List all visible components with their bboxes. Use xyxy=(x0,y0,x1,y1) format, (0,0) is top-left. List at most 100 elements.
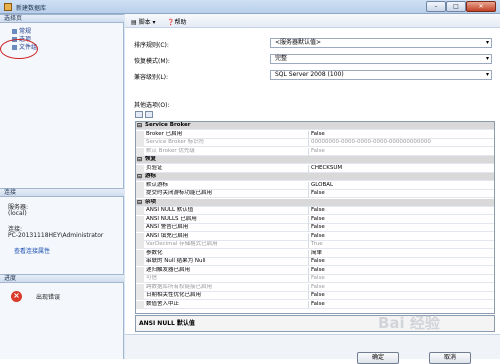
title-bar[interactable]: 新建数据库 – □ ✕ xyxy=(0,0,500,14)
property-value[interactable]: 简单 xyxy=(308,249,494,257)
row-gutter xyxy=(136,190,144,198)
app-icon xyxy=(4,3,12,11)
property-name: 递归触发器已启用 xyxy=(146,266,191,273)
row-gutter xyxy=(136,130,144,139)
property-value[interactable]: False xyxy=(308,292,494,299)
grid-row[interactable]: VarDecimal 存储格式已启用 True xyxy=(136,241,494,249)
minimize-button[interactable]: – xyxy=(426,1,446,12)
property-name: 日期相关性优化已启用 xyxy=(146,292,202,298)
grid-row[interactable]: ANSI NULL 默认值 False xyxy=(136,207,494,215)
grid-row[interactable]: 提交时关闭游标功能已启用 False xyxy=(136,190,494,198)
property-value[interactable]: False xyxy=(308,232,494,240)
property-value[interactable]: False xyxy=(308,258,494,265)
property-name: 杂项 xyxy=(145,198,157,205)
close-button[interactable]: ✕ xyxy=(466,1,496,12)
property-value[interactable]: False xyxy=(308,147,494,155)
property-value[interactable]: False xyxy=(308,300,494,308)
property-name: 提交时关闭游标功能已启用 xyxy=(146,190,213,196)
grid-row[interactable]: Broker 已启用 False xyxy=(136,130,494,139)
cancel-button[interactable]: 取消 xyxy=(429,352,471,364)
categorized-sort-button[interactable] xyxy=(135,111,143,118)
collapse-icon[interactable]: ⊟ xyxy=(137,199,142,206)
collation-select[interactable]: <服务器默认值> ▾ xyxy=(270,38,492,48)
property-name: VarDecimal 存储格式已启用 xyxy=(146,241,218,247)
property-value[interactable]: False xyxy=(308,283,494,291)
grid-row[interactable]: 参数化 简单 xyxy=(136,249,494,258)
property-value[interactable]: 00000000-0000-0000-0000-000000000000 xyxy=(308,139,494,146)
connection-value: PC-20131118HEY\Administrator xyxy=(8,232,104,239)
recovery-model-select[interactable]: 完整 ▾ xyxy=(270,54,492,64)
grid-category[interactable]: ⊟ 游标 xyxy=(136,173,494,181)
grid-row[interactable]: 页验证 CHECKSUM xyxy=(136,164,494,173)
progress-header: 进度 xyxy=(0,274,124,283)
left-panel: 选择页 常规 选项 文件组 连接 服务器: (local) 连接: PC-201… xyxy=(0,14,124,359)
grid-row[interactable]: ANSI 填充已启用 False xyxy=(136,232,494,241)
progress-status: 出现错误 xyxy=(36,294,61,301)
grid-row[interactable]: 数值舍入中止 False xyxy=(136,300,494,309)
grid-row[interactable]: 可信 False xyxy=(136,275,494,283)
compat-level-select[interactable]: SQL Server 2008 (100) ▾ xyxy=(270,70,492,80)
property-value[interactable]: False xyxy=(308,190,494,197)
property-value[interactable]: False xyxy=(308,130,494,138)
grid-category[interactable]: ⊟ 杂项 xyxy=(136,198,494,207)
property-value[interactable]: GLOBAL xyxy=(308,181,494,189)
collapse-icon[interactable]: ⊟ xyxy=(137,122,142,129)
sort-toggle-group xyxy=(135,111,157,119)
property-value[interactable]: CHECKSUM xyxy=(308,164,494,172)
grid-row[interactable]: 默认游标 GLOBAL xyxy=(136,181,494,190)
property-name: ANSI NULLS 已启用 xyxy=(146,215,197,222)
main-panel: ▤ 脚本 ▾ ❓帮助 排序规则(C): <服务器默认值> ▾ 恢复模式(M): 完… xyxy=(125,14,500,364)
row-gutter xyxy=(136,139,144,147)
property-name: 跨数据库所有权链接已启用 xyxy=(146,283,213,290)
collapse-icon[interactable]: ⊟ xyxy=(137,156,142,163)
property-value[interactable]: False xyxy=(308,207,494,214)
row-gutter xyxy=(136,241,144,249)
alphabetical-sort-button[interactable] xyxy=(145,111,153,118)
collapse-icon[interactable]: ⊟ xyxy=(137,173,142,180)
help-button[interactable]: ❓帮助 xyxy=(167,17,187,26)
dialog-footer: 确定 取消 xyxy=(125,334,500,364)
grid-row[interactable]: 默认 Broker 优先级 False xyxy=(136,147,494,156)
row-gutter xyxy=(136,147,144,156)
grid-row[interactable]: 递归触发器已启用 False xyxy=(136,266,494,275)
maximize-button[interactable]: □ xyxy=(446,1,466,12)
row-gutter xyxy=(136,181,144,190)
property-value[interactable]: False xyxy=(308,224,494,231)
row-gutter xyxy=(136,283,144,292)
grid-row[interactable]: ANSI 警告已启用 False xyxy=(136,224,494,232)
property-name: Service Broker xyxy=(145,122,191,128)
property-value[interactable]: True xyxy=(308,241,494,248)
grid-row[interactable]: 跨数据库所有权链接已启用 False xyxy=(136,283,494,292)
property-value[interactable]: False xyxy=(308,275,494,282)
connection-header: 连接 xyxy=(0,188,124,197)
row-gutter xyxy=(136,258,144,266)
property-name: 页验证 xyxy=(146,164,163,171)
window-title: 新建数据库 xyxy=(16,5,47,12)
watermark: Bai 经验 xyxy=(378,314,440,332)
new-database-dialog: 新建数据库 – □ ✕ 选择页 常规 选项 文件组 连接 服务器: (local… xyxy=(0,0,500,364)
grid-category[interactable]: ⊟ 恢复 xyxy=(136,156,494,164)
property-value[interactable]: False xyxy=(308,215,494,223)
chevron-down-icon: ▾ xyxy=(485,71,489,78)
view-connection-properties-link[interactable]: 查看连接属性 xyxy=(14,246,50,255)
row-gutter xyxy=(136,292,144,300)
grid-row[interactable]: ANSI NULLS 已启用 False xyxy=(136,215,494,224)
grid-row[interactable]: 日期相关性优化已启用 False xyxy=(136,292,494,300)
grid-category[interactable]: ⊟ Service Broker xyxy=(136,122,494,130)
row-gutter xyxy=(136,207,144,215)
property-name: ANSI 填充已启用 xyxy=(146,232,189,239)
property-value[interactable]: False xyxy=(308,266,494,274)
property-name: 参数化 xyxy=(146,249,163,256)
row-gutter xyxy=(136,164,144,173)
grid-row[interactable]: Service Broker 标识符 00000000-0000-0000-000… xyxy=(136,139,494,147)
ok-button[interactable]: 确定 xyxy=(357,352,399,364)
grid-row[interactable]: 串联的 Null 结果为 Null False xyxy=(136,258,494,266)
property-name: 数值舍入中止 xyxy=(146,300,180,307)
script-button[interactable]: ▤ 脚本 ▾ xyxy=(131,17,156,26)
options-property-grid[interactable]: ⊟ Service Broker Broker 已启用 False Service Br… xyxy=(135,121,495,314)
toolbar: ▤ 脚本 ▾ ❓帮助 xyxy=(125,14,500,28)
chevron-down-icon: ▾ xyxy=(485,39,489,46)
row-gutter xyxy=(136,232,144,241)
row-gutter xyxy=(136,215,144,224)
row-gutter xyxy=(136,224,144,232)
